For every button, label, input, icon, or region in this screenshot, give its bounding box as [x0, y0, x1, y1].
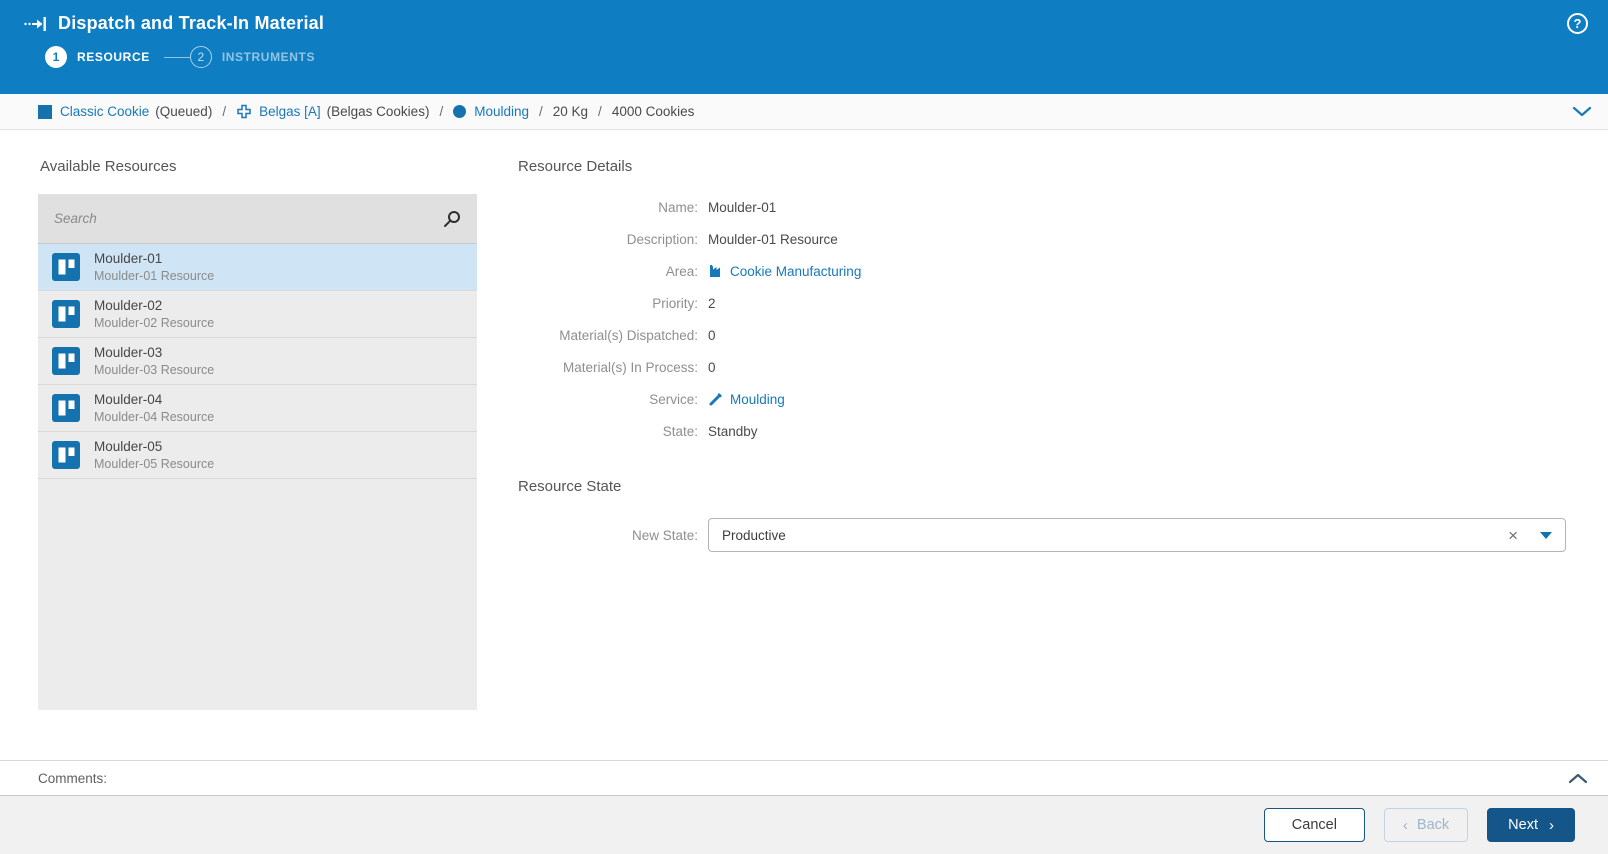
available-resources-heading: Available Resources: [40, 158, 176, 175]
new-state-dropdown[interactable]: Productive ×: [708, 518, 1566, 552]
field-label-service: Service:: [518, 392, 698, 407]
back-button[interactable]: ‹ Back: [1384, 808, 1468, 842]
breadcrumb-separator: /: [539, 104, 543, 119]
breadcrumb-flow-link[interactable]: Belgas [A]: [259, 104, 321, 119]
resource-description: Moulder-05 Resource: [94, 456, 214, 472]
resource-icon: [52, 441, 80, 469]
material-square-icon: [38, 105, 52, 119]
step-2-circle[interactable]: 2: [190, 46, 212, 68]
help-icon[interactable]: ?: [1567, 13, 1588, 34]
resource-icon: [52, 394, 80, 422]
resource-details-heading: Resource Details: [518, 158, 632, 175]
resource-name: Moulder-02: [94, 297, 214, 315]
step-connector-line: [164, 57, 190, 58]
step-dot-icon: [453, 105, 466, 118]
resource-search-row: [38, 194, 477, 244]
field-value-priority: 2: [708, 296, 716, 311]
breadcrumb-step-link[interactable]: Moulding: [474, 104, 529, 119]
chevron-right-icon: ›: [1549, 817, 1554, 834]
breadcrumb-separator: /: [439, 104, 443, 119]
field-label-priority: Priority:: [518, 296, 698, 311]
breadcrumb-material-link[interactable]: Classic Cookie: [60, 104, 149, 119]
resource-description: Moulder-03 Resource: [94, 362, 214, 378]
new-state-value: Productive: [722, 528, 1508, 543]
resource-list-item[interactable]: Moulder-01 Moulder-01 Resource: [38, 244, 477, 291]
field-value-state: Standby: [708, 424, 758, 439]
breadcrumb-separator: /: [222, 104, 226, 119]
resource-state-heading: Resource State: [518, 478, 621, 495]
cancel-button[interactable]: Cancel: [1264, 808, 1365, 842]
new-state-label: New State:: [518, 528, 698, 543]
resource-icon: [52, 253, 80, 281]
search-input[interactable]: [54, 211, 433, 226]
step-1-circle[interactable]: 1: [45, 46, 67, 68]
area-link-text: Cookie Manufacturing: [730, 264, 861, 279]
field-label-description: Description:: [518, 232, 698, 247]
breadcrumb: Classic Cookie (Queued) / Belgas [A] (Be…: [0, 94, 1608, 130]
field-label-materials-in-process: Material(s) In Process:: [518, 360, 698, 375]
flow-icon: [236, 104, 252, 120]
top-header-bar: Dispatch and Track-In Material ? 1 RESOU…: [0, 0, 1608, 94]
resource-icon: [52, 300, 80, 328]
wizard-steps: 1 RESOURCE 2 INSTRUMENTS: [45, 46, 1608, 68]
resource-list-item[interactable]: Moulder-03 Moulder-03 Resource: [38, 338, 477, 385]
resource-list-panel: Moulder-01 Moulder-01 Resource Moulder-0…: [38, 194, 477, 710]
breadcrumb-material-state: (Queued): [155, 104, 212, 119]
resource-name: Moulder-01: [94, 250, 214, 268]
factory-icon: [708, 263, 724, 279]
comments-collapse-chevron-up-icon[interactable]: [1568, 772, 1588, 784]
resource-list-item[interactable]: Moulder-02 Moulder-02 Resource: [38, 291, 477, 338]
resource-description: Moulder-02 Resource: [94, 315, 214, 331]
next-button-label: Next: [1508, 817, 1538, 833]
chevron-left-icon: ‹: [1403, 817, 1408, 834]
back-button-label: Back: [1417, 817, 1449, 833]
resource-details-fields: Name: Moulder-01 Description: Moulder-01…: [518, 196, 861, 452]
next-button[interactable]: Next ›: [1487, 808, 1575, 842]
step-1-label: RESOURCE: [77, 50, 150, 64]
resource-description: Moulder-04 Resource: [94, 409, 214, 425]
breadcrumb-separator: /: [598, 104, 602, 119]
chevron-down-icon[interactable]: [1540, 532, 1552, 539]
area-link[interactable]: Cookie Manufacturing: [708, 263, 861, 279]
resource-list-item[interactable]: Moulder-05 Moulder-05 Resource: [38, 432, 477, 479]
resource-icon: [52, 347, 80, 375]
resource-name: Moulder-04: [94, 391, 214, 409]
footer-action-bar: Cancel ‹ Back Next ›: [0, 796, 1608, 854]
comments-label: Comments:: [38, 771, 107, 786]
resource-description: Moulder-01 Resource: [94, 268, 214, 284]
service-link[interactable]: Moulding: [708, 391, 785, 407]
field-label-state: State:: [518, 424, 698, 439]
resource-list-item[interactable]: Moulder-04 Moulder-04 Resource: [38, 385, 477, 432]
comments-bar: Comments:: [0, 760, 1608, 796]
service-link-text: Moulding: [730, 392, 785, 407]
clear-icon[interactable]: ×: [1508, 527, 1518, 544]
dispatch-track-in-icon: [24, 15, 48, 33]
breadcrumb-quantity-secondary: 4000 Cookies: [612, 104, 695, 119]
step-2-label: INSTRUMENTS: [222, 50, 315, 64]
search-icon[interactable]: [443, 210, 461, 228]
resource-name: Moulder-03: [94, 344, 214, 362]
breadcrumb-expand-chevron-down-icon[interactable]: [1572, 106, 1592, 118]
main-content: Available Resources Moulder-01 M: [0, 130, 1608, 760]
resource-name: Moulder-05: [94, 438, 214, 456]
field-value-materials-in-process: 0: [708, 360, 716, 375]
field-value-materials-dispatched: 0: [708, 328, 716, 343]
field-label-area: Area:: [518, 264, 698, 279]
breadcrumb-flow-desc: (Belgas Cookies): [327, 104, 430, 119]
field-label-materials-dispatched: Material(s) Dispatched:: [518, 328, 698, 343]
breadcrumb-quantity: 20 Kg: [553, 104, 588, 119]
service-tool-icon: [708, 391, 724, 407]
page-title: Dispatch and Track-In Material: [58, 13, 324, 34]
field-value-name: Moulder-01: [708, 200, 776, 215]
field-label-name: Name:: [518, 200, 698, 215]
field-value-description: Moulder-01 Resource: [708, 232, 838, 247]
